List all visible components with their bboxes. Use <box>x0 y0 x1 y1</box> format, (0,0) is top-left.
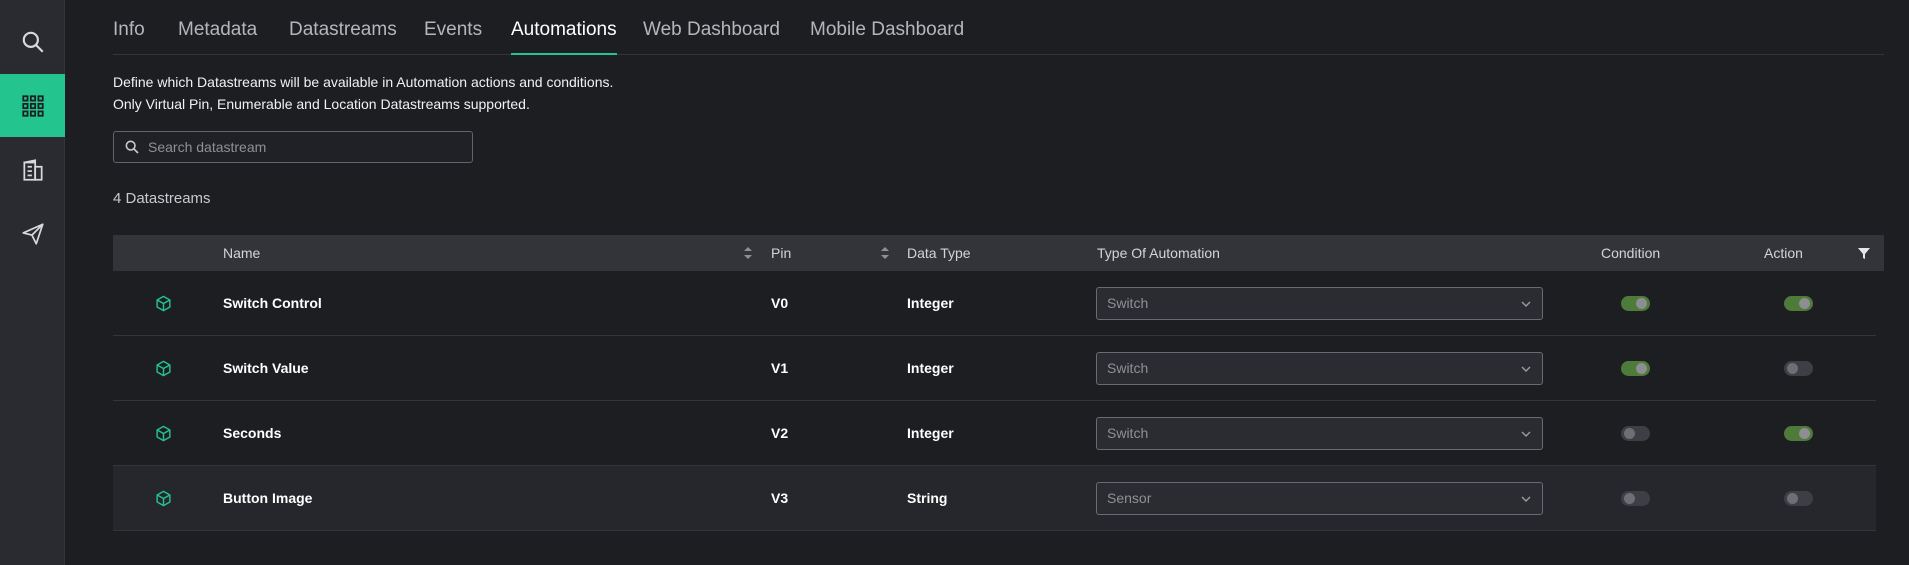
datastream-data-type: String <box>907 490 948 506</box>
automation-type-select[interactable]: Switch <box>1096 352 1543 385</box>
condition-toggle[interactable] <box>1621 361 1650 376</box>
datastream-pin: V1 <box>771 360 789 376</box>
automation-type-select[interactable]: Switch <box>1096 287 1543 320</box>
datastream-data-type: Integer <box>907 360 954 376</box>
tab-automations[interactable]: Automations <box>511 19 617 55</box>
action-toggle[interactable] <box>1784 426 1813 441</box>
table-row[interactable]: Switch Value V1 Integer Switch <box>113 336 1876 401</box>
tab-bar: Info Metadata Datastreams Events Automat… <box>113 0 1884 55</box>
datastream-pin: V3 <box>771 490 789 506</box>
datastreams-table: Name Pin Data Type Type Of Automation Co… <box>113 235 1884 531</box>
chevron-down-icon <box>1521 366 1531 372</box>
datastream-name: Switch Value <box>223 360 309 376</box>
action-toggle[interactable] <box>1784 361 1813 376</box>
search-icon <box>22 31 44 53</box>
action-toggle[interactable] <box>1784 296 1813 311</box>
search-input[interactable] <box>148 139 472 155</box>
header-type-of-automation: Type Of Automation <box>1097 245 1220 261</box>
table-header: Name Pin Data Type Type Of Automation Co… <box>113 235 1884 271</box>
building-icon <box>22 158 43 181</box>
datastream-name: Seconds <box>223 425 282 441</box>
automation-type-select[interactable]: Sensor <box>1096 482 1543 515</box>
send-icon <box>21 222 44 245</box>
toggle-knob <box>1624 493 1635 504</box>
automation-type-value: Sensor <box>1107 490 1152 506</box>
description-line-2: Only Virtual Pin, Enumerable and Locatio… <box>113 96 530 112</box>
automation-type-value: Switch <box>1107 295 1149 311</box>
datastream-name: Button Image <box>223 490 313 506</box>
datastream-pin: V0 <box>771 295 789 311</box>
chevron-down-icon <box>1521 431 1531 437</box>
condition-toggle[interactable] <box>1621 491 1650 506</box>
datastream-data-type: Integer <box>907 295 954 311</box>
tab-metadata[interactable]: Metadata <box>178 19 257 55</box>
sidebar-search-button[interactable] <box>0 10 65 73</box>
table-row[interactable]: Switch Control V0 Integer Switch <box>113 271 1876 336</box>
sidebar-templates-button[interactable] <box>0 74 65 137</box>
toggle-knob <box>1799 428 1810 439</box>
search-icon <box>125 140 139 154</box>
tab-info[interactable]: Info <box>113 19 145 55</box>
table-row[interactable]: Button Image V3 String Sensor <box>113 466 1876 531</box>
action-toggle[interactable] <box>1784 491 1813 506</box>
sort-icon[interactable] <box>743 245 753 261</box>
automation-type-select[interactable]: Switch <box>1096 417 1543 450</box>
filter-icon[interactable] <box>1857 246 1871 260</box>
header-condition: Condition <box>1601 245 1661 261</box>
tab-events[interactable]: Events <box>424 19 482 55</box>
cube-icon <box>156 295 171 312</box>
automation-type-value: Switch <box>1107 425 1149 441</box>
search-box <box>113 131 473 163</box>
tab-web-dashboard[interactable]: Web Dashboard <box>643 19 780 55</box>
cube-icon <box>156 425 171 442</box>
sort-icon[interactable] <box>880 245 890 261</box>
sidebar <box>0 0 65 565</box>
automation-type-value: Switch <box>1107 360 1149 376</box>
table-row[interactable]: Seconds V2 Integer Switch <box>113 401 1876 466</box>
description-line-1: Define which Datastreams will be availab… <box>113 74 614 90</box>
header-name[interactable]: Name <box>223 235 260 271</box>
grid-icon <box>21 94 44 117</box>
datastream-pin: V2 <box>771 425 789 441</box>
datastream-count: 4 Datastreams <box>113 190 211 207</box>
cube-icon <box>156 360 171 377</box>
toggle-knob <box>1799 298 1810 309</box>
condition-toggle[interactable] <box>1621 426 1650 441</box>
chevron-down-icon <box>1521 496 1531 502</box>
condition-toggle[interactable] <box>1621 296 1650 311</box>
main-content: Info Metadata Datastreams Events Automat… <box>65 0 1909 565</box>
toggle-knob <box>1624 428 1635 439</box>
header-action: Action <box>1764 245 1803 261</box>
tab-mobile-dashboard[interactable]: Mobile Dashboard <box>810 19 964 55</box>
datastream-data-type: Integer <box>907 425 954 441</box>
cube-icon <box>156 490 171 507</box>
sidebar-messages-button[interactable] <box>0 202 65 265</box>
toggle-knob <box>1787 363 1798 374</box>
toggle-knob <box>1636 363 1647 374</box>
sidebar-organization-button[interactable] <box>0 138 65 201</box>
header-data-type: Data Type <box>907 245 971 261</box>
datastream-name: Switch Control <box>223 295 322 311</box>
toggle-knob <box>1787 493 1798 504</box>
toggle-knob <box>1636 298 1647 309</box>
chevron-down-icon <box>1521 301 1531 307</box>
header-pin[interactable]: Pin <box>771 235 791 271</box>
tab-datastreams[interactable]: Datastreams <box>289 19 397 55</box>
